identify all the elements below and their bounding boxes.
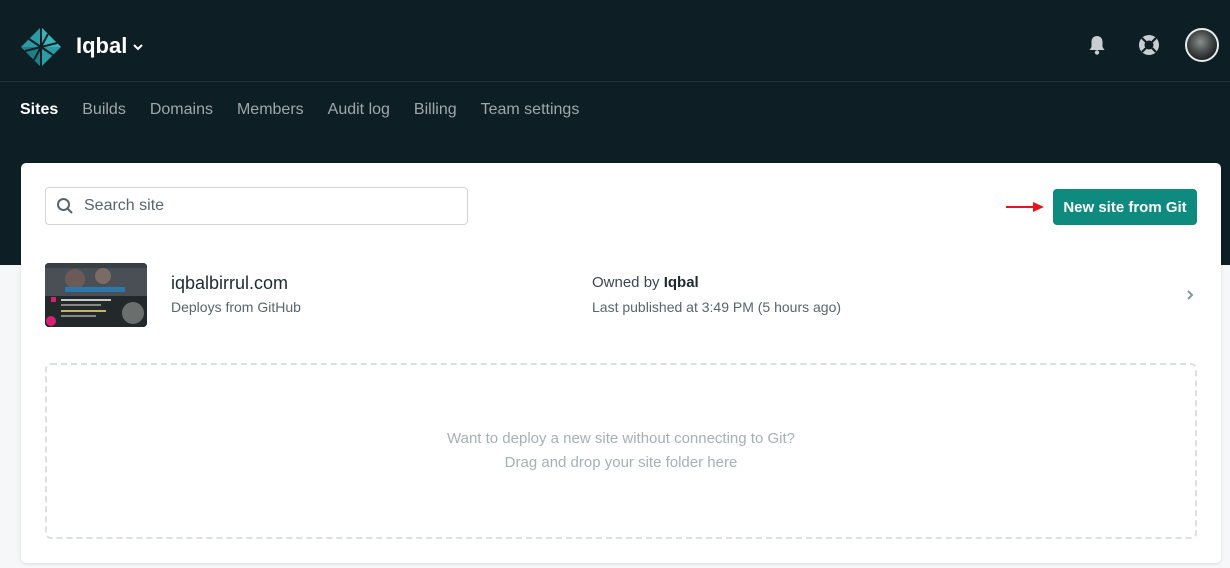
netlify-logo-icon[interactable] [20, 26, 62, 68]
tab-sites[interactable]: Sites [20, 101, 58, 119]
sites-card: New site from Git iqbalbirrul.com Deploy… [21, 163, 1221, 563]
header: Iqbal [0, 0, 1230, 82]
search-box [45, 187, 468, 225]
search-input[interactable] [82, 196, 446, 216]
owner-name: Iqbal [663, 274, 699, 291]
team-switcher[interactable]: Iqbal [76, 33, 144, 59]
new-site-from-git-button[interactable]: New site from Git [1053, 189, 1197, 225]
owner-prefix: Owned by [592, 274, 660, 291]
team-nav: Sites Builds Domains Members Audit log B… [20, 101, 579, 119]
drag-drop-zone[interactable]: Want to deploy a new site without connec… [45, 363, 1197, 539]
tab-builds[interactable]: Builds [82, 101, 126, 119]
search-icon [57, 198, 73, 214]
tab-members[interactable]: Members [237, 101, 304, 119]
site-thumbnail [45, 263, 147, 327]
dropzone-line-2: Drag and drop your site folder here [504, 454, 738, 471]
chevron-right-icon [1187, 290, 1194, 300]
dropzone-line-1: Want to deploy a new site without connec… [447, 430, 795, 447]
last-published: Last published at 3:49 PM (5 hours ago) [592, 299, 842, 315]
chevron-down-icon [133, 44, 144, 51]
red-annotation-arrow-icon [1006, 202, 1044, 212]
site-name: iqbalbirrul.com [171, 273, 289, 293]
user-avatar[interactable] [1185, 28, 1219, 62]
bell-icon[interactable] [1085, 33, 1109, 57]
help-lifebuoy-icon[interactable] [1137, 33, 1161, 57]
site-row[interactable]: iqbalbirrul.com Deploys from GitHub Owne… [21, 255, 1221, 335]
tab-audit-log[interactable]: Audit log [328, 101, 390, 119]
tab-billing[interactable]: Billing [414, 101, 457, 119]
tab-team-settings[interactable]: Team settings [481, 101, 580, 119]
tab-domains[interactable]: Domains [150, 101, 213, 119]
team-name: Iqbal [76, 33, 128, 58]
site-deploy-source: Deploys from GitHub [171, 299, 301, 315]
site-owner: Owned by Iqbal [592, 274, 699, 291]
